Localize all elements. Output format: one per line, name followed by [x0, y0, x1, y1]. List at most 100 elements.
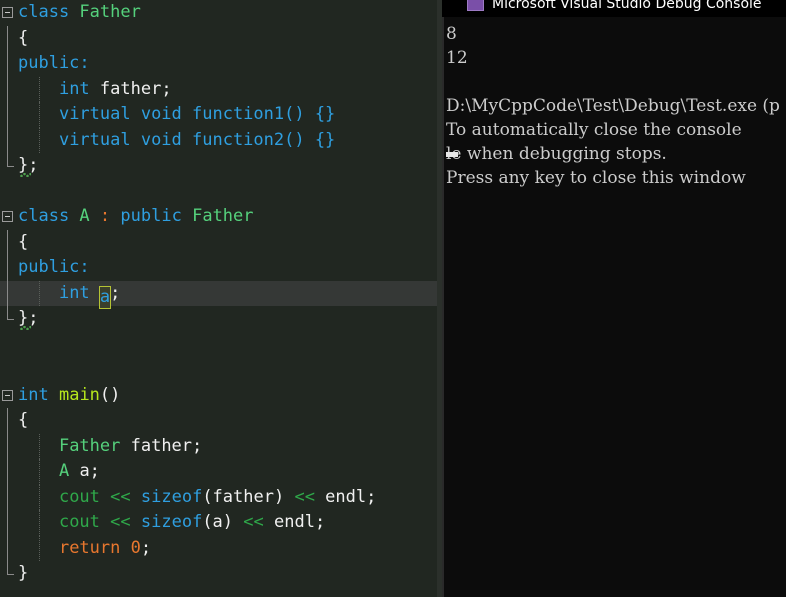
- code-token: public: [18, 53, 80, 73]
- code-line[interactable]: virtual void function2() {}: [0, 127, 437, 153]
- code-line[interactable]: public:: [0, 255, 437, 281]
- code-token: Father: [58, 435, 121, 456]
- fold-guide-line: [7, 255, 8, 281]
- code-token: virtual void function2() {}: [58, 129, 336, 150]
- code-token: <<: [294, 486, 315, 507]
- code-line[interactable]: {: [0, 229, 437, 255]
- code-line[interactable]: public:: [0, 51, 437, 77]
- fold-guide-line: [7, 510, 8, 536]
- console-line: D:\MyCppCode\Test\Debug\Test.exe (p: [446, 96, 780, 116]
- console-output[interactable]: 8 12 D:\MyCppCode\Test\Debug\Test.exe (p T…: [442, 17, 786, 597]
- code-token: <<: [110, 512, 131, 532]
- code-line[interactable]: int main(): [0, 383, 437, 409]
- code-token: Father: [192, 206, 254, 226]
- code-token: public: [18, 257, 80, 277]
- console-cursor: [446, 152, 458, 157]
- indent-guide: [39, 127, 40, 153]
- code-line[interactable]: int father;: [0, 76, 437, 102]
- code-line[interactable]: return 0;: [0, 535, 437, 561]
- code-line[interactable]: virtual void function1() {}: [0, 102, 437, 128]
- indent-guide: [39, 459, 40, 485]
- fold-collapse-icon[interactable]: [2, 389, 13, 401]
- fold-guide-line: [7, 76, 8, 102]
- fold-guide-line: [7, 25, 8, 51]
- code-token: {: [18, 231, 29, 252]
- fold-guide-line: [7, 102, 8, 128]
- code-token: ;: [110, 282, 121, 303]
- fold-guide-line: [7, 561, 14, 575]
- code-lines-container[interactable]: class Father{public: int father; virtual…: [0, 0, 437, 587]
- fold-guide-line: [7, 408, 8, 434]
- fold-guide-line: [7, 51, 8, 77]
- fold-guide-line: [7, 127, 8, 153]
- error-squiggle: [20, 326, 31, 330]
- fold-guide-line: [7, 280, 8, 306]
- code-line[interactable]: [0, 357, 437, 383]
- code-token: };: [18, 155, 39, 175]
- code-line[interactable]: class A : public Father: [0, 204, 437, 230]
- indent-guide: [39, 76, 40, 102]
- code-line[interactable]: cout << sizeof(a) << endl;: [0, 510, 437, 536]
- error-squiggle: [20, 173, 31, 177]
- fold-guide-line: [7, 535, 8, 561]
- code-token: (father): [202, 486, 285, 507]
- code-line[interactable]: int a;: [0, 280, 437, 309]
- code-line[interactable]: };: [0, 306, 437, 332]
- code-token: return: [58, 537, 121, 558]
- code-token: int: [58, 78, 90, 99]
- fold-guide-line: [7, 433, 8, 459]
- code-line[interactable]: [0, 179, 437, 205]
- fold-collapse-icon[interactable]: [2, 211, 13, 222]
- code-token: :: [79, 53, 90, 73]
- debug-console-window[interactable]: Microsoft Visual Studio Debug Console 8 1…: [442, 0, 786, 597]
- code-token: virtual void function1() {}: [58, 104, 336, 124]
- code-token: <<: [110, 486, 131, 507]
- fold-collapse-icon[interactable]: [2, 7, 13, 18]
- code-line[interactable]: Father father;: [0, 433, 437, 459]
- code-token: Father: [79, 2, 141, 22]
- indent-guide: [39, 535, 40, 561]
- code-line[interactable]: class Father: [0, 0, 437, 26]
- indent-guide: [39, 433, 40, 459]
- screen: class Father{public: int father; virtual…: [0, 0, 786, 597]
- fold-guide-line: [7, 459, 8, 485]
- code-token: father;: [89, 78, 172, 99]
- code-token: int: [58, 282, 90, 303]
- indent-guide: [39, 280, 40, 306]
- code-token: 0: [130, 537, 141, 558]
- fold-guide-line: [7, 153, 14, 167]
- code-token: <<: [243, 512, 264, 532]
- console-title-bar[interactable]: Microsoft Visual Studio Debug Console: [442, 0, 786, 17]
- code-line[interactable]: {: [0, 25, 437, 51]
- code-token: class: [18, 206, 80, 226]
- code-line[interactable]: };: [0, 153, 437, 179]
- fold-guide-line: [7, 306, 14, 320]
- code-token: public: [120, 206, 182, 226]
- code-editor-pane[interactable]: class Father{public: int father; virtual…: [0, 0, 437, 597]
- code-line[interactable]: {: [0, 408, 437, 434]
- code-line[interactable]: }: [0, 561, 437, 587]
- code-token: a;: [69, 461, 100, 481]
- code-token: };: [18, 308, 39, 328]
- code-line[interactable]: [0, 332, 437, 358]
- code-line[interactable]: A a;: [0, 459, 437, 485]
- code-line[interactable]: cout << sizeof(father) << endl;: [0, 484, 437, 510]
- code-token: cout: [58, 512, 100, 532]
- code-token: :: [79, 257, 90, 277]
- console-line: 8: [446, 24, 457, 44]
- code-token: main: [58, 384, 100, 405]
- code-token: sizeof: [140, 486, 203, 507]
- console-line: le when debugging stops.: [446, 144, 667, 164]
- console-line: To automatically close the console: [446, 120, 742, 140]
